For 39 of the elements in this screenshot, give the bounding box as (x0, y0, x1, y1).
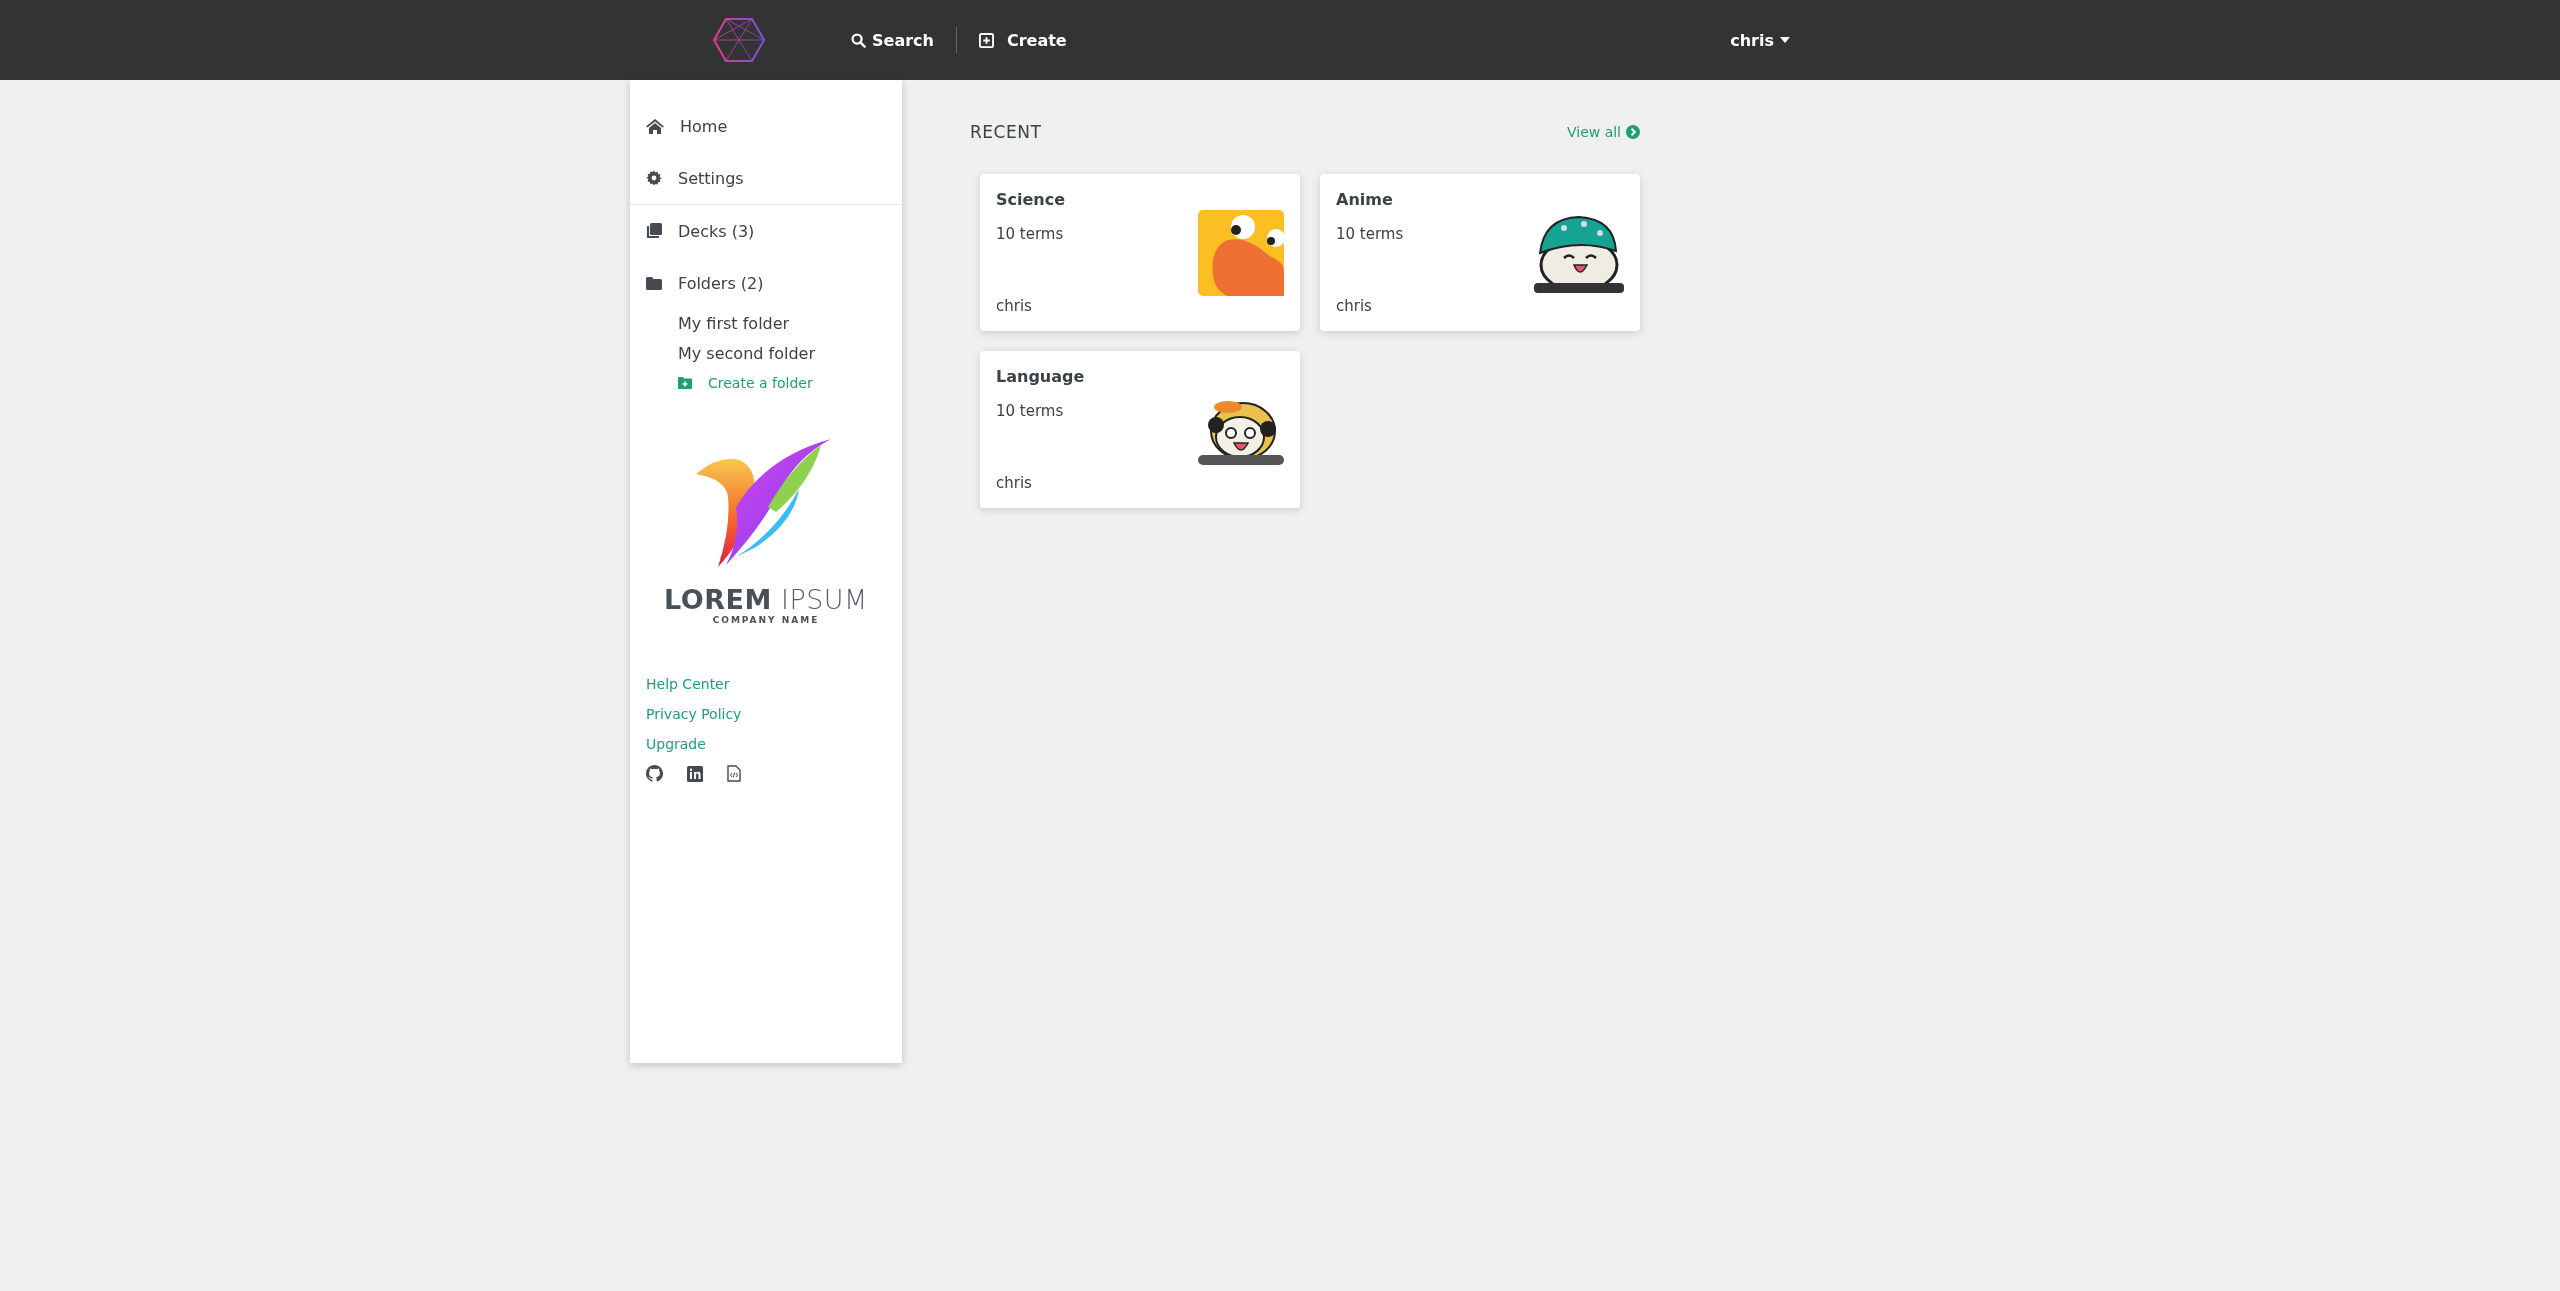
deck-title: Anime (1336, 190, 1394, 209)
advertisement-banner[interactable]: LOREM IPSUM COMPANY NAME (646, 427, 886, 635)
sidebar-item[interactable]: Decks (3) (646, 205, 886, 257)
hexagon-logo-icon[interactable] (713, 17, 765, 63)
plus-square-icon (978, 32, 994, 48)
footer-link[interactable]: Upgrade (646, 729, 886, 759)
deck-author: chris (996, 297, 1033, 315)
folder-plus-icon (678, 377, 692, 389)
stacked-cards-icon (646, 223, 662, 239)
deck-card[interactable]: Language 10 terms chris (980, 351, 1300, 508)
user-menu-button[interactable]: chris (1730, 30, 1790, 50)
caret-icon (1780, 37, 1790, 43)
term-count: 10 terms (996, 402, 1065, 420)
gear-icon (646, 170, 662, 186)
sidebar-item[interactable]: Folders (2) (646, 257, 886, 309)
deck-author: chris (1336, 297, 1373, 315)
brand-tagline: COMPANY NAME (712, 615, 820, 625)
home-icon (646, 118, 664, 134)
chevron-circle-icon (1626, 125, 1640, 139)
deck-card[interactable]: Science 10 terms chris (980, 174, 1300, 331)
section-title: RECENT (970, 122, 1042, 142)
brand-name: LOREM IPSUM (664, 584, 868, 615)
deck-title: Language (996, 367, 1086, 386)
term-count: 10 terms (1336, 225, 1405, 243)
term-count: 10 terms (996, 225, 1065, 243)
sidebar-item[interactable]: Home (646, 100, 886, 152)
github-icon[interactable] (646, 765, 663, 782)
code-file-icon[interactable] (727, 765, 741, 782)
create-button[interactable]: Create (978, 30, 1067, 50)
sidebar-item[interactable]: Settings (646, 152, 886, 204)
deck-card[interactable]: Anime 10 terms chris (1320, 174, 1640, 331)
folder-link[interactable]: My second folder (646, 339, 886, 369)
search-icon (851, 32, 866, 48)
linkedin-icon[interactable] (687, 765, 703, 782)
folder-icon (646, 276, 662, 290)
search-button[interactable]: Search (851, 30, 934, 50)
deck-author: chris (996, 474, 1033, 492)
deck-title: Science (996, 190, 1067, 209)
folder-link[interactable]: My first folder (646, 309, 886, 339)
